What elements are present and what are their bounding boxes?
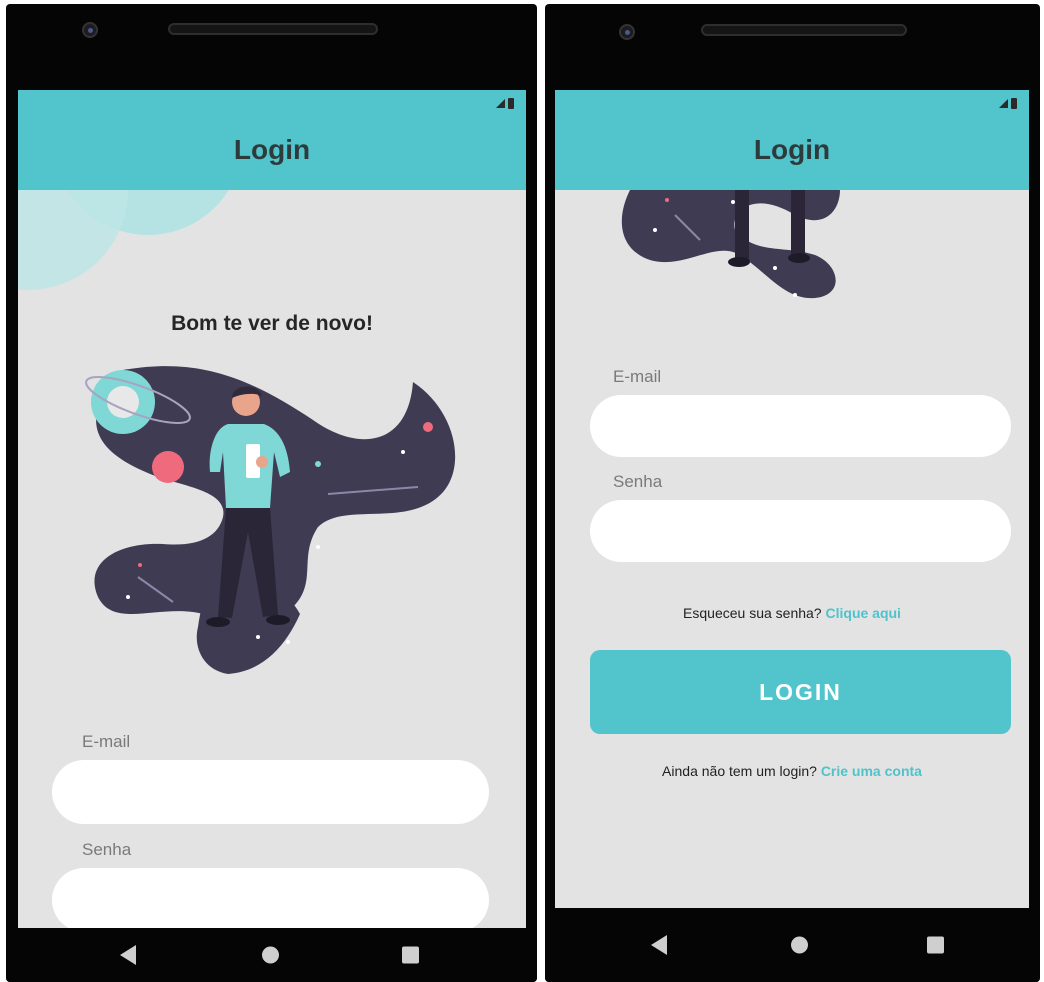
status-bar <box>496 96 514 110</box>
signal-icon <box>496 99 505 109</box>
page-title: Login <box>753 134 831 165</box>
login-button[interactable]: LOGIN <box>590 650 1011 734</box>
back-icon[interactable] <box>120 945 136 965</box>
app-bar: Login <box>555 90 1029 190</box>
signup-text: Ainda não tem um login? <box>662 763 817 779</box>
login-screen-top: Login Bom te ver de novo! E-mail Senha <box>18 90 526 928</box>
login-screen-scrolled: Login E-mail Senha Esqueceu sua senha? C… <box>555 90 1029 908</box>
android-nav-bar <box>545 908 1040 982</box>
welcome-heading: Bom te ver de novo! <box>171 312 373 335</box>
signal-icon <box>999 99 1008 109</box>
forgot-password-link[interactable]: Clique aqui <box>826 605 901 621</box>
email-label: E-mail <box>82 732 131 751</box>
phone-right: Login E-mail Senha Esqueceu sua senha? C… <box>545 4 1040 982</box>
forgot-password-row: Esqueceu sua senha? Clique aqui <box>555 605 1029 621</box>
recents-icon[interactable] <box>927 936 944 954</box>
email-field[interactable] <box>52 760 489 824</box>
email-field[interactable] <box>590 395 1011 457</box>
earpiece-speaker <box>168 23 378 35</box>
forgot-password-text: Esqueceu sua senha? <box>683 605 822 621</box>
home-icon[interactable] <box>791 936 808 954</box>
space-walker-illustration <box>85 366 456 674</box>
earpiece-speaker <box>701 24 907 36</box>
app-bar: Login <box>18 90 526 190</box>
battery-icon <box>508 98 514 110</box>
recents-icon[interactable] <box>402 946 419 964</box>
signup-row: Ainda não tem um login? Crie uma conta <box>555 763 1029 779</box>
battery-icon <box>1011 98 1017 110</box>
front-camera <box>82 22 98 38</box>
home-icon[interactable] <box>262 946 279 964</box>
password-field[interactable] <box>52 868 489 928</box>
page-title: Login <box>233 134 311 165</box>
password-field[interactable] <box>590 500 1011 562</box>
status-bar <box>999 96 1017 110</box>
front-camera <box>619 24 635 40</box>
back-icon[interactable] <box>651 935 667 955</box>
password-label: Senha <box>613 472 663 491</box>
password-label: Senha <box>82 840 132 859</box>
create-account-link[interactable]: Crie uma conta <box>821 763 922 779</box>
phone-left: Login Bom te ver de novo! E-mail Senha <box>6 4 537 982</box>
email-label: E-mail <box>613 367 662 386</box>
android-nav-bar <box>6 928 537 982</box>
